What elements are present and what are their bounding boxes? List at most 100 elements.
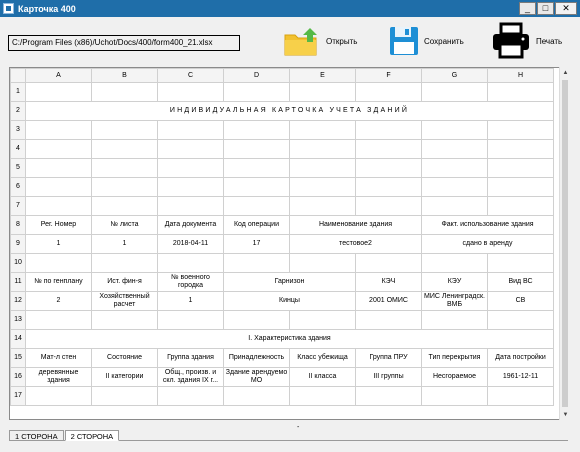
cell[interactable] (223, 386, 290, 406)
row-header[interactable]: 9 (10, 234, 26, 254)
cell[interactable] (355, 196, 422, 216)
scrollbar-thumb[interactable] (562, 80, 568, 407)
cell[interactable] (157, 139, 224, 159)
cell[interactable] (421, 177, 488, 197)
cell[interactable] (355, 310, 422, 330)
cell[interactable]: КЭУ (421, 272, 488, 292)
cell[interactable]: Мат-л стен (25, 348, 92, 368)
cell[interactable] (157, 158, 224, 178)
cell[interactable] (223, 310, 290, 330)
cell[interactable] (289, 196, 356, 216)
cell[interactable] (487, 253, 554, 273)
cell[interactable]: 17 (223, 234, 290, 254)
cell[interactable]: Здание арендуемо МО (223, 367, 290, 387)
row-header[interactable]: 2 (10, 101, 26, 121)
cell[interactable]: Группа ПРУ (355, 348, 422, 368)
cell[interactable] (421, 386, 488, 406)
cell[interactable]: 1 (25, 234, 92, 254)
cell[interactable] (157, 196, 224, 216)
column-header[interactable]: A (25, 68, 92, 83)
cell[interactable] (289, 120, 356, 140)
cell[interactable] (91, 386, 158, 406)
cell[interactable] (487, 139, 554, 159)
cell[interactable] (223, 82, 290, 102)
cell[interactable]: 2 (25, 291, 92, 311)
column-header[interactable]: E (289, 68, 356, 83)
cell[interactable]: деревянные здания (25, 367, 92, 387)
cell[interactable] (157, 120, 224, 140)
cell[interactable]: СВ (487, 291, 554, 311)
cell[interactable] (487, 177, 554, 197)
cell[interactable]: Дата документа (157, 215, 224, 235)
row-header[interactable]: 13 (10, 310, 26, 330)
print-button[interactable]: Печать (491, 22, 562, 60)
row-header[interactable]: 5 (10, 158, 26, 178)
cell[interactable]: Дата постройки (487, 348, 554, 368)
cell[interactable] (289, 310, 356, 330)
cell[interactable]: 1 (157, 291, 224, 311)
column-header[interactable]: B (91, 68, 158, 83)
cell[interactable] (487, 120, 554, 140)
cell[interactable] (355, 120, 422, 140)
column-header[interactable]: C (157, 68, 224, 83)
cell[interactable] (91, 82, 158, 102)
cell[interactable] (355, 386, 422, 406)
cell[interactable] (421, 196, 488, 216)
cell[interactable] (487, 158, 554, 178)
corner-cell[interactable] (10, 68, 26, 83)
row-header[interactable]: 15 (10, 348, 26, 368)
cell[interactable]: 2018-04-11 (157, 234, 224, 254)
cell[interactable]: Гарнизон (223, 272, 356, 292)
row-header[interactable]: 8 (10, 215, 26, 235)
cell[interactable] (355, 158, 422, 178)
cell[interactable] (91, 120, 158, 140)
cell[interactable]: Группа здания (157, 348, 224, 368)
cell[interactable]: № военного городка (157, 272, 224, 292)
cell[interactable] (421, 158, 488, 178)
row-header[interactable]: 4 (10, 139, 26, 159)
save-button[interactable]: Сохранить (389, 25, 464, 57)
cell[interactable] (91, 310, 158, 330)
cell[interactable]: Тип перекрытия (421, 348, 488, 368)
row-header[interactable]: 11 (10, 272, 26, 292)
cell[interactable] (289, 253, 356, 273)
cell[interactable]: № листа (91, 215, 158, 235)
cell[interactable]: Класс убежища (289, 348, 356, 368)
cell[interactable]: Принадлежность (223, 348, 290, 368)
cell[interactable] (355, 177, 422, 197)
cell[interactable] (223, 158, 290, 178)
cell[interactable]: 1 (91, 234, 158, 254)
cell[interactable] (223, 177, 290, 197)
cell[interactable] (157, 82, 224, 102)
cell[interactable] (91, 253, 158, 273)
cell[interactable] (487, 196, 554, 216)
cell[interactable] (355, 253, 422, 273)
file-path-field[interactable]: C:/Program Files (x86)/Uchot/Docs/400/fo… (8, 35, 240, 51)
cell[interactable] (91, 196, 158, 216)
cell[interactable]: Несгораемое (421, 367, 488, 387)
cell[interactable]: Рег. Номер (25, 215, 92, 235)
cell[interactable] (421, 253, 488, 273)
cell[interactable] (157, 310, 224, 330)
cell[interactable]: Вид ВС (487, 272, 554, 292)
column-header[interactable]: G (421, 68, 488, 83)
cell[interactable]: МИС Ленинградск. ВМБ (421, 291, 488, 311)
cell[interactable] (25, 158, 92, 178)
cell[interactable] (91, 139, 158, 159)
cell[interactable]: Хозяйственный расчет (91, 291, 158, 311)
cell[interactable] (289, 177, 356, 197)
minimize-button[interactable]: _ (519, 2, 536, 15)
cell[interactable]: Ист. фин-я (91, 272, 158, 292)
column-header[interactable]: H (487, 68, 554, 83)
row-header[interactable]: 14 (10, 329, 26, 349)
cell[interactable] (289, 386, 356, 406)
row-header[interactable]: 10 (10, 253, 26, 273)
cell[interactable]: III группы (355, 367, 422, 387)
row-header[interactable]: 3 (10, 120, 26, 140)
cell[interactable] (25, 120, 92, 140)
card-title[interactable]: ИНДИВИДУАЛЬНАЯ КАРТОЧКА УЧЕТА ЗДАНИЙ (25, 101, 554, 121)
scroll-up-arrow-icon[interactable]: ▲ (560, 67, 571, 78)
cell[interactable] (91, 177, 158, 197)
cell[interactable] (421, 139, 488, 159)
cell[interactable]: тестовое2 (289, 234, 422, 254)
